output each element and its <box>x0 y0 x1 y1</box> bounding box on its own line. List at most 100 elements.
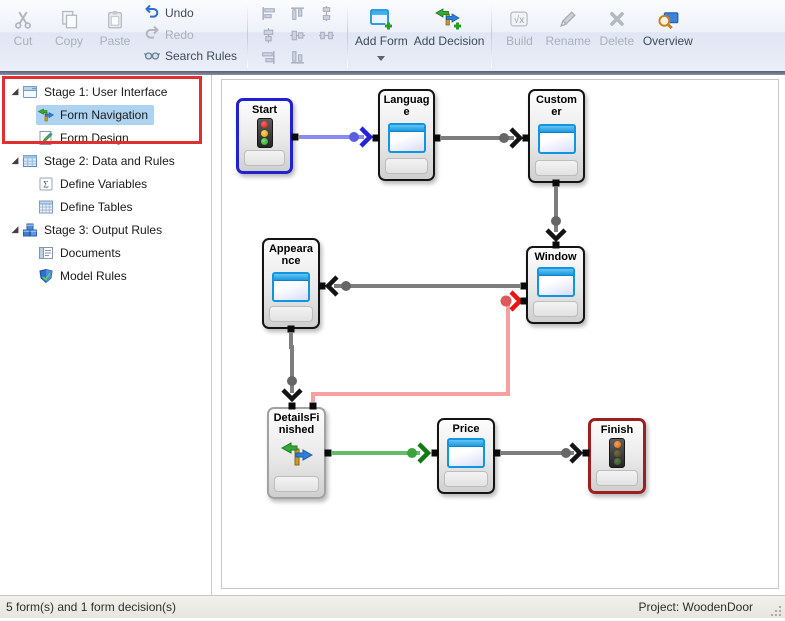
copy-icon <box>59 6 79 32</box>
node-window[interactable]: Window <box>526 246 585 324</box>
toolbar-separator <box>347 3 348 68</box>
overview-icon <box>657 6 679 32</box>
cut-label: Cut <box>14 34 33 48</box>
redo-label: Redo <box>165 28 194 42</box>
node-footer <box>444 471 488 487</box>
form-navigation-icon <box>38 107 54 123</box>
svg-text:√x: √x <box>514 14 525 26</box>
undo-button[interactable]: Undo <box>144 4 237 22</box>
align-middle-icon[interactable] <box>258 26 280 44</box>
search-rules-button[interactable]: Search Rules <box>144 47 237 65</box>
sidebar-item-stage1[interactable]: ◢ Stage 1: User Interface <box>0 80 211 103</box>
add-decision-icon <box>435 6 463 32</box>
sigma-icon: Σ <box>38 176 54 192</box>
align-right-icon[interactable] <box>258 48 280 66</box>
sidebar-item-define-tables[interactable]: Define Tables <box>0 195 211 218</box>
node-label: Window <box>528 248 583 263</box>
node-footer <box>385 158 428 174</box>
add-decision-label: Add Decision <box>414 34 485 48</box>
node-footer <box>596 470 638 486</box>
sidebar-item-form-navigation[interactable]: Form Navigation <box>0 103 211 126</box>
sidebar-item-model-rules[interactable]: Model Rules <box>0 264 211 287</box>
sidebar-item-label: Define Variables <box>60 177 147 191</box>
build-button[interactable]: √x Build <box>499 0 539 71</box>
document-icon <box>38 245 54 261</box>
redo-icon <box>144 25 160 44</box>
node-label: DetailsFinished <box>269 409 324 436</box>
align-left-icon[interactable] <box>258 4 280 22</box>
node-footer <box>269 306 313 322</box>
distribute-vertical-icon[interactable] <box>316 4 338 22</box>
search-rules-label: Search Rules <box>165 49 237 63</box>
expander-icon[interactable]: ◢ <box>8 224 22 235</box>
node-label: Language <box>380 91 433 118</box>
add-form-button[interactable]: Add Form <box>355 0 408 71</box>
sidebar-item-label: Stage 3: Output Rules <box>44 223 162 237</box>
grid-table-icon <box>38 199 54 215</box>
align-top-icon[interactable] <box>287 4 309 22</box>
overview-button[interactable]: Overview <box>643 0 693 71</box>
rename-icon <box>558 6 578 32</box>
node-label: Price <box>439 420 493 435</box>
align-bottom-icon[interactable] <box>287 48 309 66</box>
form-window-icon <box>538 124 576 154</box>
delete-label: Delete <box>599 34 634 48</box>
node-customer[interactable]: Customer <box>528 89 585 183</box>
add-decision-button[interactable]: Add Decision <box>414 0 485 71</box>
form-window-icon <box>447 438 485 468</box>
copy-label: Copy <box>55 34 83 48</box>
expander-icon[interactable]: ◢ <box>8 86 22 97</box>
rename-button[interactable]: Rename <box>545 0 590 71</box>
decision-icon <box>280 440 314 473</box>
project-name-label: Project: WoodenDoor <box>638 600 769 614</box>
node-label: Start <box>239 101 290 116</box>
paste-icon <box>105 6 125 32</box>
form-window-icon <box>537 267 575 297</box>
copy-button[interactable]: Copy <box>49 0 89 71</box>
add-form-dropdown-icon[interactable] <box>377 56 385 61</box>
toolbar-separator <box>247 3 248 68</box>
add-form-icon <box>368 6 394 32</box>
sidebar-item-documents[interactable]: Documents <box>0 241 211 264</box>
sidebar-item-label: Form Design <box>60 131 129 145</box>
sidebar-item-define-variables[interactable]: Σ Define Variables <box>0 172 211 195</box>
align-center-icon[interactable] <box>287 26 309 44</box>
sidebar-item-label: Stage 1: User Interface <box>44 85 167 99</box>
edit-actions-group: Undo Redo Search Rules <box>138 0 243 71</box>
sidebar-item-stage3[interactable]: ◢ Stage 3: Output Rules <box>0 218 211 241</box>
delete-button[interactable]: Delete <box>597 0 637 71</box>
table-icon <box>22 153 38 169</box>
resize-grip-icon[interactable] <box>769 604 783 618</box>
sidebar-item-stage2[interactable]: ◢ Stage 2: Data and Rules <box>0 149 211 172</box>
node-language[interactable]: Language <box>378 89 435 181</box>
toolbar-separator <box>491 3 492 68</box>
undo-label: Undo <box>165 6 194 20</box>
node-detailsfinished[interactable]: DetailsFinished <box>267 407 326 499</box>
distribute-horizontal-icon[interactable] <box>316 26 338 44</box>
redo-button[interactable]: Redo <box>144 26 237 44</box>
sidebar-item-form-design[interactable]: Form Design <box>0 126 211 149</box>
sidebar-item-label: Documents <box>60 246 121 260</box>
add-form-label: Add Form <box>355 34 408 48</box>
node-appearance[interactable]: Appearance <box>262 238 320 329</box>
expander-icon[interactable]: ◢ <box>8 155 22 166</box>
node-label: Finish <box>591 421 643 436</box>
canvas-panel: Start Language Customer Appearance <box>212 75 785 595</box>
cut-button[interactable]: Cut <box>3 0 43 71</box>
sidebar-item-label: Stage 2: Data and Rules <box>44 154 175 168</box>
node-footer <box>244 150 285 166</box>
cubes-icon <box>22 222 38 238</box>
status-bar: 5 form(s) and 1 form decision(s) Project… <box>0 595 785 618</box>
node-finish[interactable]: Finish <box>588 418 646 494</box>
node-price[interactable]: Price <box>437 418 495 494</box>
node-label: Customer <box>530 91 583 118</box>
build-label: Build <box>506 34 533 48</box>
delete-icon <box>608 6 626 32</box>
alignment-tools-group <box>252 0 343 71</box>
paste-label: Paste <box>100 34 131 48</box>
paste-button[interactable]: Paste <box>95 0 135 71</box>
form-window-icon <box>272 272 310 302</box>
flow-canvas[interactable]: Start Language Customer Appearance <box>221 79 779 589</box>
node-start[interactable]: Start <box>236 98 293 174</box>
model-rules-icon <box>38 268 54 284</box>
